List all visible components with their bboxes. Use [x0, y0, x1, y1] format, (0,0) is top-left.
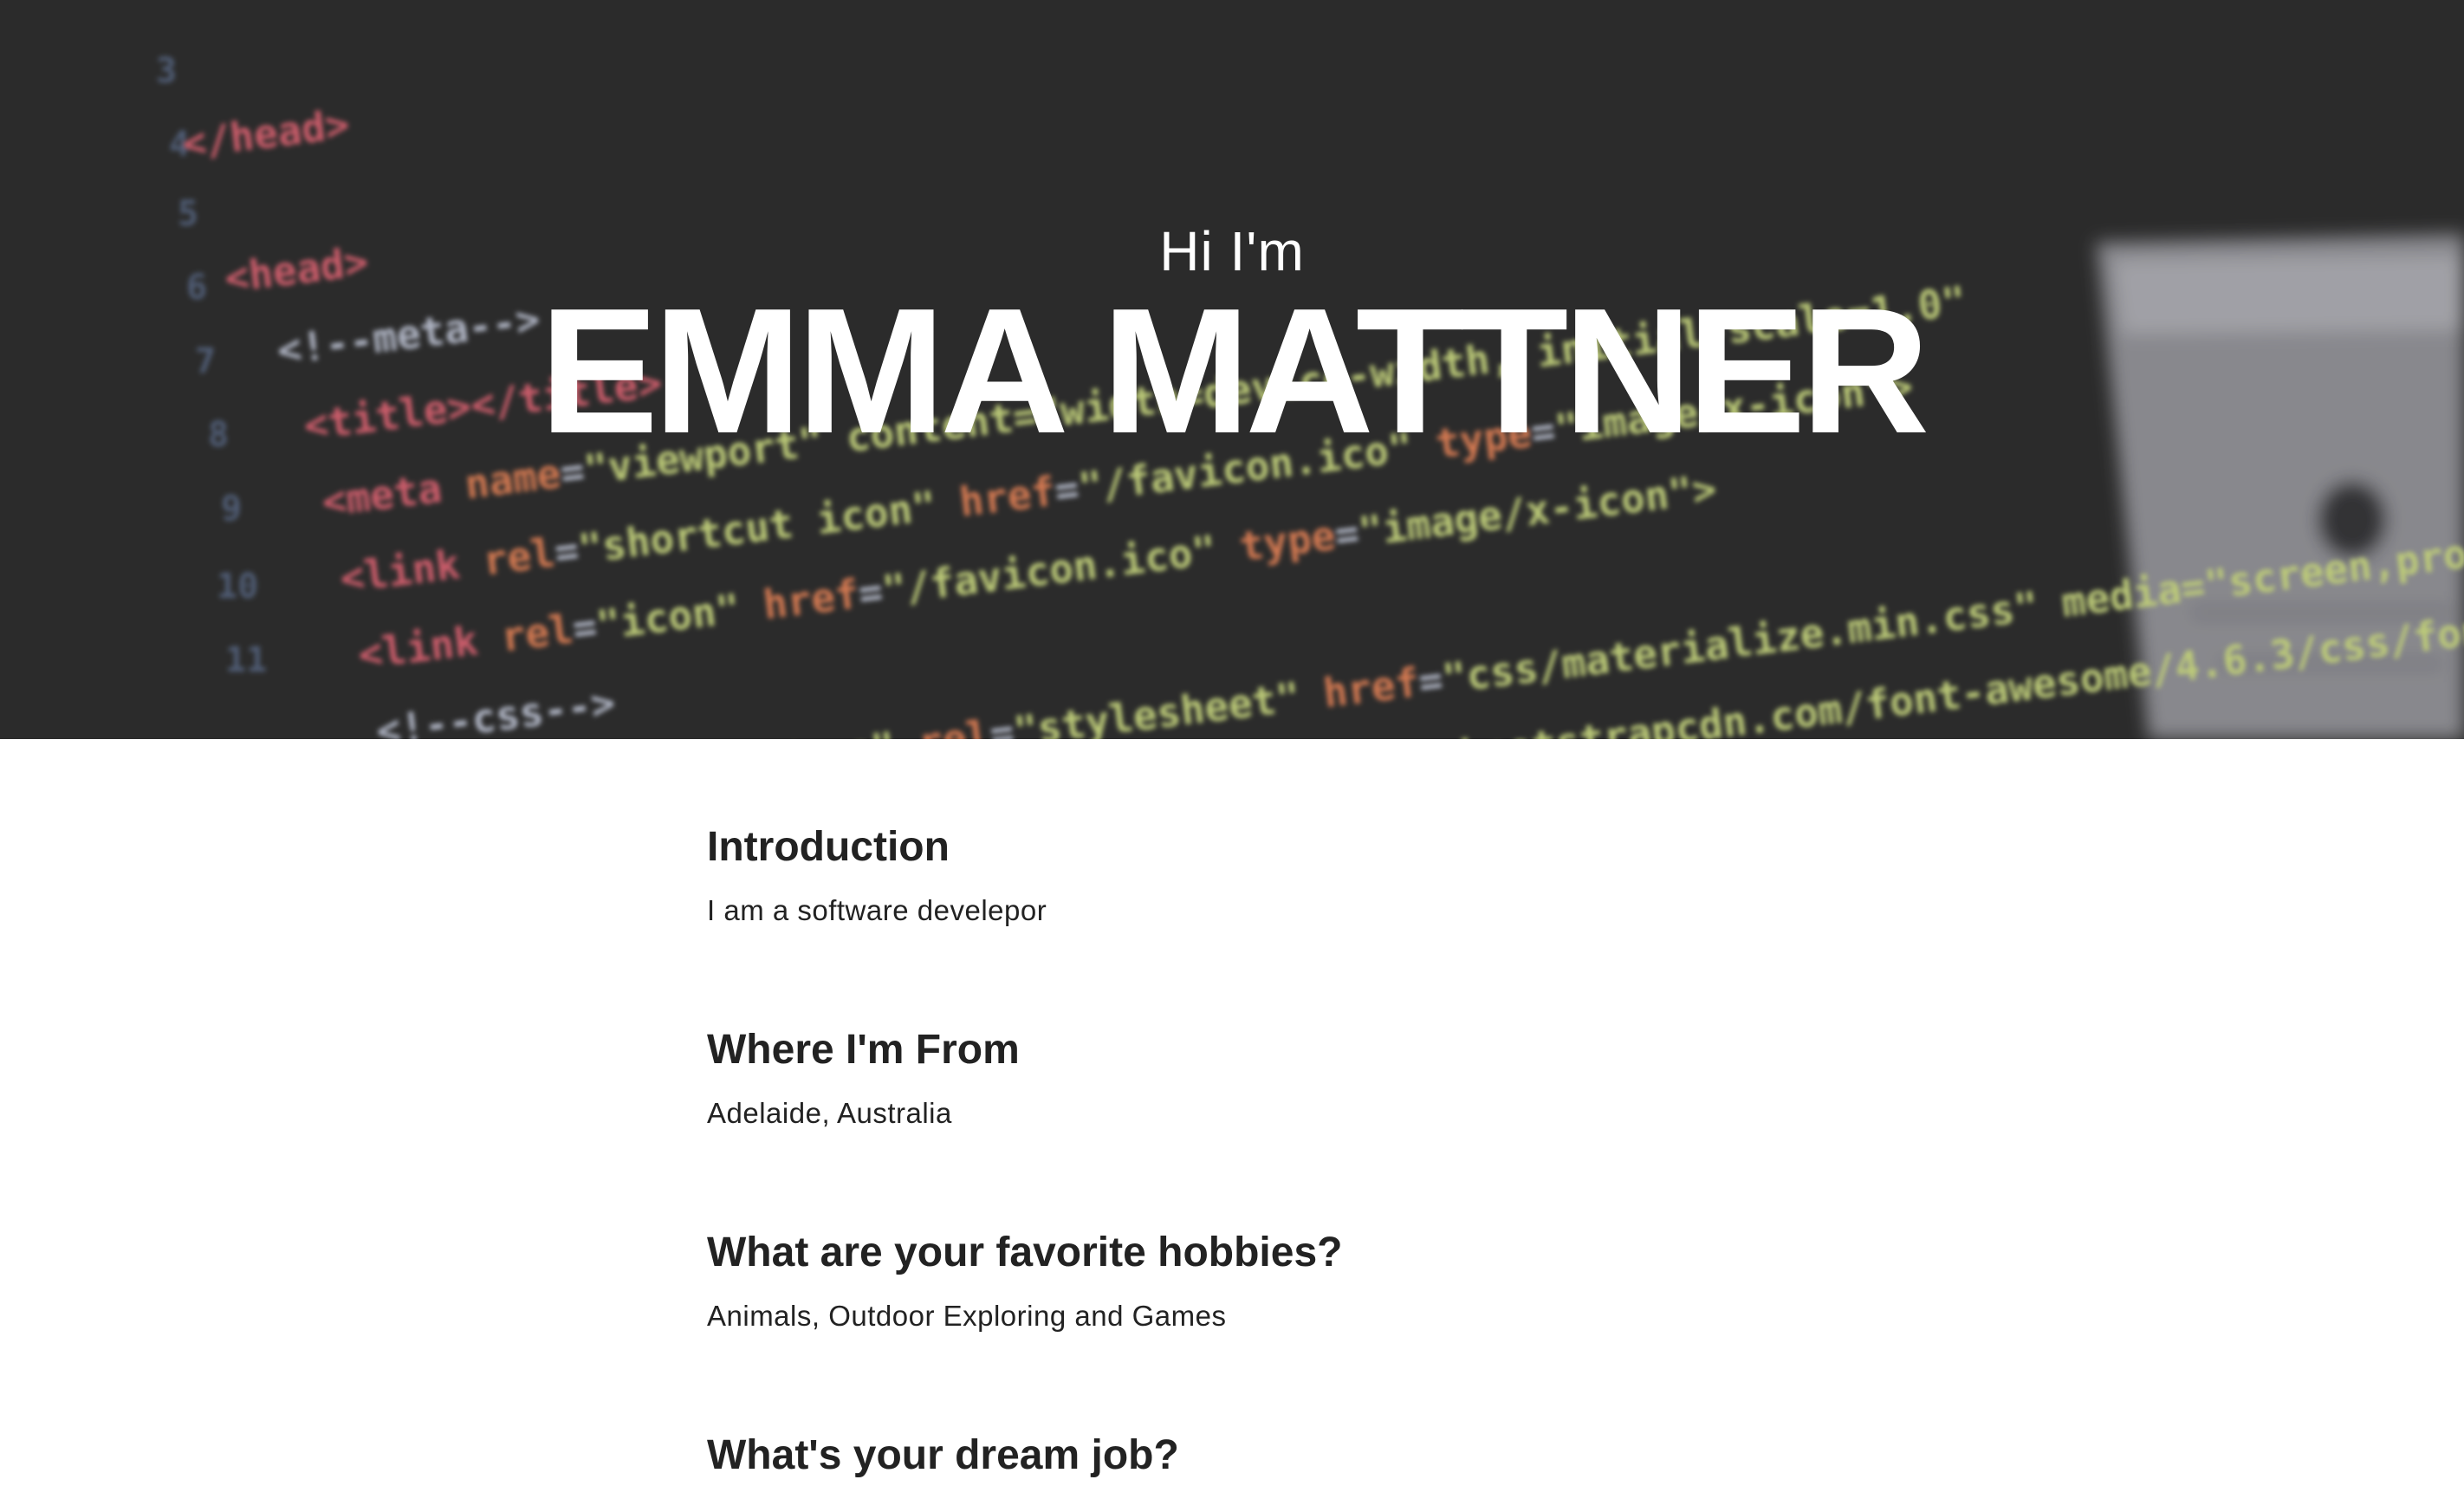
- section-text: Animals, Outdoor Exploring and Games: [707, 1300, 1227, 1332]
- section-text: Adelaide, Australia: [707, 1097, 952, 1129]
- hero-name: EMMA MATTNER: [539, 271, 1930, 470]
- section-where-from: Where I'm From Adelaide, Australia: [707, 1017, 1920, 1133]
- main-content: Introduction I am a software develepor W…: [707, 814, 1920, 1499]
- section-heading: What's your dream job?: [707, 1432, 1179, 1478]
- hero-text-block: Hi I'm EMMA MATTNER: [0, 0, 2464, 739]
- section-dream-job: What's your dream job?: [707, 1423, 1920, 1489]
- hero-banner: 3 4 5 6 7 8 9 10 11 </head> <head> <!--m…: [0, 0, 2464, 739]
- section-introduction: Introduction I am a software develepor: [707, 814, 1920, 931]
- section-text: I am a software develepor: [707, 894, 1047, 926]
- section-heading: Where I'm From: [707, 1027, 1020, 1073]
- section-heading: Introduction: [707, 824, 950, 870]
- section-hobbies: What are your favorite hobbies? Animals,…: [707, 1220, 1920, 1336]
- section-heading: What are your favorite hobbies?: [707, 1230, 1343, 1275]
